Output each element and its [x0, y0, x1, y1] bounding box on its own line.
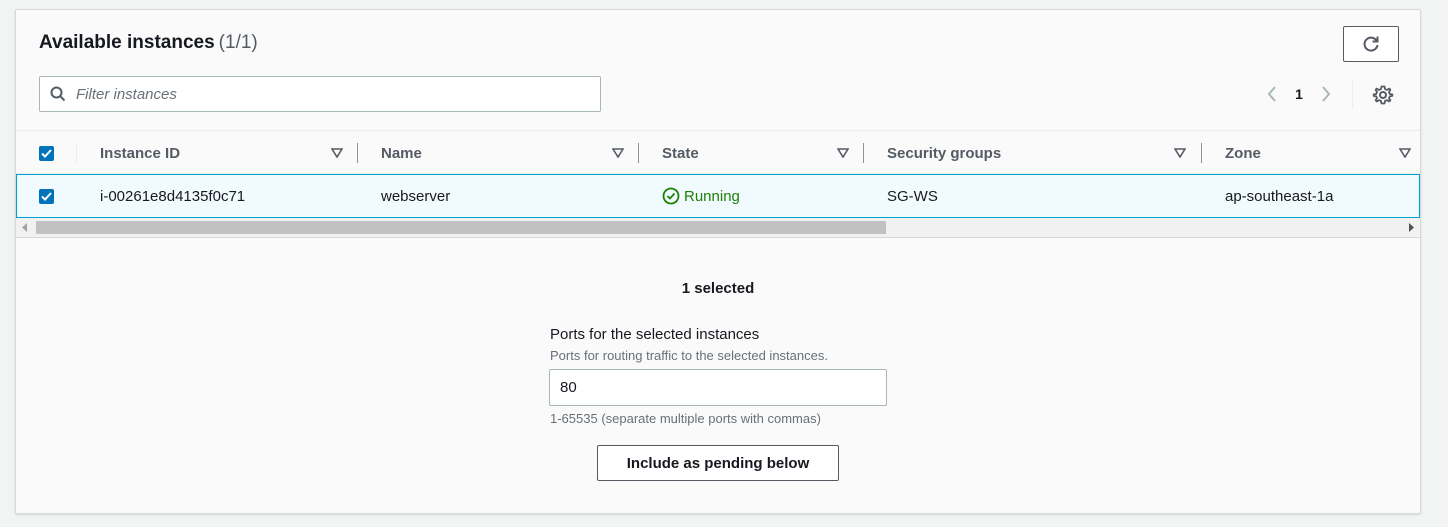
column-header-zone[interactable]: Zone	[1225, 131, 1395, 175]
filter-instances-input[interactable]	[76, 77, 596, 111]
ports-description: Ports for routing traffic to the selecte…	[550, 348, 828, 363]
row-checkbox[interactable]	[39, 188, 54, 204]
include-as-pending-button[interactable]: Include as pending below	[597, 445, 839, 481]
sort-caret-icon[interactable]	[1174, 148, 1186, 158]
scroll-right-icon[interactable]	[1408, 223, 1414, 232]
cell-security-groups: SG-WS	[887, 187, 938, 205]
column-divider[interactable]	[638, 143, 639, 163]
selection-summary: 1 selected	[681, 280, 755, 297]
sort-caret-icon[interactable]	[1399, 148, 1411, 158]
column-header-label: State	[662, 144, 699, 162]
column-header-security-groups[interactable]: Security groups	[887, 131, 1187, 175]
scrollbar-thumb[interactable]	[36, 221, 886, 234]
page-number[interactable]: 1	[1284, 86, 1314, 102]
select-all-cell	[39, 131, 54, 175]
filter-box	[39, 76, 601, 112]
refresh-button[interactable]	[1343, 26, 1399, 62]
column-divider[interactable]	[863, 143, 864, 163]
pager-divider	[1352, 79, 1353, 109]
previous-page-button[interactable]	[1260, 82, 1284, 106]
column-divider[interactable]	[357, 143, 358, 163]
select-all-checkbox[interactable]	[39, 145, 54, 161]
instances-table: Instance ID Name State Security groups Z…	[16, 130, 1420, 238]
search-icon	[50, 86, 66, 102]
panel-title: Available instances (1/1)	[39, 32, 258, 54]
status-success-icon	[662, 187, 680, 205]
state-label: Running	[684, 187, 740, 205]
cell-state: Running	[662, 175, 740, 217]
column-header-name[interactable]: Name	[381, 131, 641, 175]
chevron-right-icon	[1322, 86, 1331, 102]
sort-caret-icon[interactable]	[612, 148, 624, 158]
column-header-state[interactable]: State	[662, 131, 862, 175]
column-header-label: Name	[381, 144, 422, 162]
check-icon	[41, 191, 52, 201]
refresh-icon	[1363, 36, 1379, 52]
ports-input[interactable]	[549, 369, 887, 406]
chevron-left-icon	[1267, 86, 1276, 102]
cell-instance-id: i-00261e8d4135f0c71	[100, 187, 246, 205]
preferences-button[interactable]	[1371, 83, 1395, 107]
ports-hint: 1-65535 (separate multiple ports with co…	[550, 411, 821, 426]
pagination: 1	[1260, 79, 1353, 109]
table-row[interactable]: i-00261e8d4135f0c71 webserver Running SG…	[16, 174, 1420, 218]
sort-caret-icon[interactable]	[837, 148, 849, 158]
gear-icon	[1372, 85, 1394, 105]
table-header: Instance ID Name State Security groups Z…	[16, 130, 1420, 174]
panel-title-text: Available instances	[39, 32, 215, 53]
horizontal-scrollbar[interactable]	[16, 218, 1420, 238]
ports-label: Ports for the selected instances	[550, 326, 760, 343]
cell-zone: ap-southeast-1a	[1225, 187, 1334, 205]
sort-caret-icon[interactable]	[331, 148, 343, 158]
column-header-instance-id[interactable]: Instance ID	[100, 131, 360, 175]
next-page-button[interactable]	[1314, 82, 1338, 106]
column-header-label: Security groups	[887, 144, 1002, 162]
instance-count: (1/1)	[218, 32, 258, 53]
available-instances-panel: Available instances(1/1) 1	[15, 9, 1421, 514]
column-divider[interactable]	[1201, 143, 1202, 163]
column-header-label: Instance ID	[100, 144, 181, 162]
scroll-left-icon[interactable]	[22, 223, 28, 232]
column-divider	[76, 143, 77, 163]
row-select-cell	[39, 175, 54, 217]
column-header-label: Zone	[1225, 144, 1261, 162]
cell-name: webserver	[381, 187, 451, 205]
check-icon	[41, 148, 52, 158]
